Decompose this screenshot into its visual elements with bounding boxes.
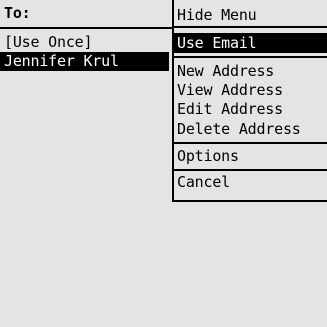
- contact-item-use-once[interactable]: [Use Once]: [0, 33, 172, 52]
- menu-separator: [174, 56, 327, 58]
- menu-separator: [174, 26, 327, 28]
- contact-item-jennifer-krul[interactable]: Jennifer Krul: [0, 52, 169, 71]
- menu-item-use-email[interactable]: Use Email: [174, 33, 327, 53]
- menu-separator: [174, 169, 327, 171]
- contact-list: [Use Once] Jennifer Krul: [0, 33, 172, 71]
- to-field-label: To:: [4, 4, 31, 22]
- menu-item-delete-address[interactable]: Delete Address: [177, 119, 301, 139]
- context-menu: Hide Menu Use Email New Address View Add…: [172, 0, 327, 202]
- menu-item-cancel[interactable]: Cancel: [177, 172, 230, 192]
- menu-item-hide-menu[interactable]: Hide Menu: [177, 5, 257, 25]
- device-screen: To: [Use Once] Jennifer Krul Hide Menu U…: [0, 0, 327, 327]
- menu-item-view-address[interactable]: View Address: [177, 80, 283, 100]
- menu-item-edit-address[interactable]: Edit Address: [177, 99, 283, 119]
- menu-item-options[interactable]: Options: [177, 146, 239, 166]
- menu-item-new-address[interactable]: New Address: [177, 61, 274, 81]
- menu-separator: [174, 142, 327, 144]
- to-field-divider: [0, 27, 173, 29]
